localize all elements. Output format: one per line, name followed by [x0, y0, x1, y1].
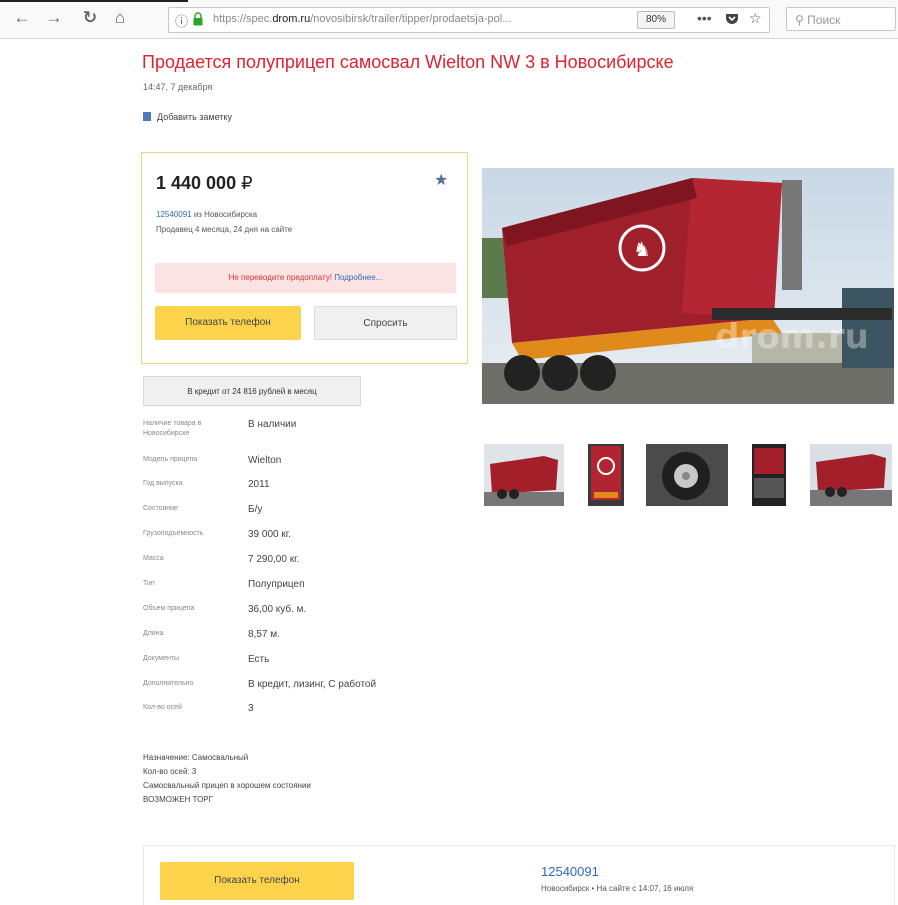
seller-tenure: Продавец 4 месяца, 24 дня на сайте — [156, 225, 293, 234]
thumbnail-image[interactable] — [752, 444, 786, 506]
description-line: ВОЗМОЖЕН ТОРГ — [143, 795, 213, 804]
home-icon[interactable]: ⌂ — [110, 8, 130, 28]
add-note-link[interactable]: Добавить заметку — [143, 112, 232, 122]
spec-key: Тип — [143, 580, 155, 587]
spec-key: Длина — [143, 630, 164, 637]
spec-key: Модель прицепа — [143, 456, 198, 463]
bottom-seller-meta: Новосибирск • На сайте с 14:07, 16 июля — [541, 884, 694, 893]
warning-text: Не переводите предоплату! — [228, 273, 332, 282]
spec-value: В кредит, лизинг, С работой — [248, 679, 377, 690]
bottom-show-phone-button[interactable]: Показать телефон — [160, 862, 354, 900]
spec-key: Документы — [143, 655, 180, 662]
description-line: Кол-во осей: 3 — [143, 767, 197, 776]
svg-text:drom.ru: drom.ru — [715, 317, 869, 357]
svg-text:♞: ♞ — [633, 237, 651, 261]
spec-key: Год выпуска — [143, 480, 183, 487]
note-icon — [143, 112, 151, 121]
spec-key: Состояние — [143, 505, 178, 512]
description-line: Назначение: Самосвальный — [143, 753, 249, 762]
back-icon[interactable]: ← — [12, 8, 32, 28]
spec-value: 3 — [248, 703, 254, 714]
thumbnail-image[interactable] — [484, 444, 564, 506]
description-line: Самосвальный прицеп в хорошем состоянии — [143, 781, 311, 790]
reload-icon[interactable]: ↻ — [80, 8, 100, 28]
page-title: Продается полуприцеп самосвал Wielton NW… — [142, 52, 674, 72]
favorite-star-icon[interactable]: ★ — [434, 170, 448, 190]
bookmark-star-icon[interactable]: ☆ — [749, 10, 762, 27]
spec-value: 7 290,00 кг. — [248, 554, 300, 565]
ask-button[interactable]: Спросить — [314, 306, 457, 340]
warning-details-link[interactable]: Подробнее... — [334, 273, 382, 282]
show-phone-button[interactable]: Показать телефон — [155, 306, 301, 340]
main-photo[interactable]: ♞ drom.ru — [482, 168, 894, 404]
spec-key: Наличие товара в Новосибирске — [143, 420, 202, 437]
spec-value: Б/у — [248, 504, 263, 515]
prepayment-warning: Не переводите предоплату! Подробнее... — [155, 263, 456, 293]
spec-value: 8,57 м. — [248, 629, 280, 640]
url-text: https://spec.drom.ru/novosibirsk/trailer… — [213, 13, 512, 25]
spec-value: Есть — [248, 654, 270, 665]
add-note-label: Добавить заметку — [157, 112, 232, 122]
spec-value: В наличии — [248, 419, 297, 430]
price-value: 1 440 000 — [156, 173, 237, 193]
spec-value: Wielton — [248, 455, 282, 466]
forward-icon[interactable]: → — [44, 8, 64, 28]
spec-value: 39 000 кг. — [248, 529, 291, 540]
spec-key: Грузоподъемность — [143, 530, 204, 537]
price: 1 440 000 ₽ — [156, 173, 253, 194]
page-actions-icon[interactable]: ••• — [697, 10, 712, 26]
search-icon: ⚲ — [795, 13, 804, 27]
zoom-level-badge[interactable]: 80% — [637, 11, 675, 29]
price-card: 1 440 000 ₽ ★ 12540091 из Новосибирска П… — [141, 152, 468, 364]
seller-line: 12540091 из Новосибирска — [156, 210, 257, 219]
spec-value: Полуприцеп — [248, 579, 305, 590]
bottom-seller-id-link[interactable]: 12540091 — [541, 864, 599, 879]
description: Назначение: Самосвальный Кол-во осей: 3 … — [143, 751, 311, 807]
bottom-contact-card: Показать телефон 12540091 Новосибирск • … — [143, 845, 895, 905]
spec-value: 2011 — [248, 479, 270, 490]
pocket-icon[interactable] — [725, 12, 739, 26]
spec-key: Масса — [143, 555, 164, 562]
seller-city: из Новосибирска — [191, 210, 258, 219]
info-icon[interactable]: ⓘ — [175, 11, 188, 30]
credit-button[interactable]: В кредит от 24 816 рублей в месяц — [143, 376, 361, 406]
seller-id-link[interactable]: 12540091 — [156, 210, 192, 219]
lock-icon — [193, 12, 203, 26]
search-placeholder: Поиск — [807, 13, 841, 27]
spec-key: Дополнительно — [143, 680, 194, 687]
browser-toolbar: ← → ↻ ⌂ ⓘ https://spec.drom.ru/novosibir… — [0, 0, 898, 39]
thumbnail-image[interactable] — [588, 444, 624, 506]
search-input[interactable]: ⚲ Поиск — [786, 7, 896, 31]
active-tab-indicator — [0, 0, 188, 2]
price-currency: ₽ — [241, 173, 253, 193]
spec-key: Кол-во осей — [143, 704, 182, 711]
thumbnail-image[interactable] — [646, 444, 728, 506]
spec-key: Объем прицепа — [143, 605, 195, 612]
thumbnail-image[interactable] — [810, 444, 892, 506]
address-bar[interactable]: ⓘ https://spec.drom.ru/novosibirsk/trail… — [168, 7, 770, 33]
spec-value: 36,00 куб. м. — [248, 604, 307, 615]
listing-date: 14:47, 7 декабря — [143, 82, 213, 92]
